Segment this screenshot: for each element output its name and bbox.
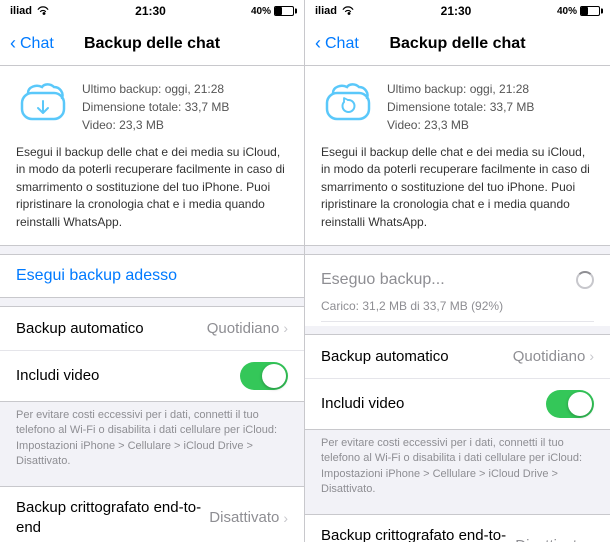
back-label-left: Chat [20, 35, 54, 53]
crypto-label-left: Backup crittografato end-to-end [16, 498, 209, 539]
back-label-right: Chat [325, 35, 359, 53]
icloud-card-left: Ultimo backup: oggi, 21:28 Dimensione to… [0, 66, 304, 246]
nav-bar-right: ‹ Chat Backup delle chat [305, 22, 610, 66]
backup-spinner [576, 271, 594, 289]
crypto-chevron-left: › [283, 510, 288, 526]
battery-icon-left [274, 6, 294, 16]
include-video-label-left: Includi video [16, 367, 99, 384]
auto-backup-chevron-right: › [589, 348, 594, 364]
battery-icon-right [580, 6, 600, 16]
settings-section-right: Backup automatico Quotidiano › Includi v… [305, 334, 610, 430]
icloud-info-right: Ultimo backup: oggi, 21:28 Dimensione to… [387, 80, 534, 134]
battery-left: 40% [251, 6, 271, 17]
include-video-label-right: Includi video [321, 395, 404, 412]
left-panel: iliad 21:30 40% ‹ Chat Backup delle chat [0, 0, 305, 542]
wifi-icon-right [341, 6, 355, 16]
nav-title-left: Backup delle chat [84, 35, 220, 53]
battery-right: 40% [557, 6, 577, 17]
backup-progress-section: Eseguo backup... Carico: 31,2 MB di 33,7… [305, 254, 610, 326]
backup-now-label-left: Esegui backup adesso [16, 267, 177, 285]
crypto-row-left[interactable]: Backup crittografato end-to-end Disattiv… [0, 486, 304, 542]
progress-text: Carico: 31,2 MB di 33,7 MB (92%) [321, 297, 594, 322]
auto-backup-label-left: Backup automatico [16, 320, 144, 337]
right-panel: iliad 21:30 40% ‹ Chat Backup delle chat [305, 0, 610, 542]
crypto-label-right: Backup crittografato end-to-end [321, 526, 515, 542]
backup-now-row-left[interactable]: Esegui backup adesso [0, 254, 304, 298]
icloud-desc-right: Esegui il backup delle chat e dei media … [321, 144, 594, 231]
video-right: Video: 23,3 MB [387, 116, 534, 134]
time-left: 21:30 [135, 4, 166, 18]
back-button-left[interactable]: ‹ Chat [10, 33, 54, 54]
crypto-value-left: Disattivato [209, 509, 279, 526]
video-left: Video: 23,3 MB [82, 116, 229, 134]
include-video-toggle-left[interactable] [240, 362, 288, 390]
wifi-note-right: Per evitare costi eccessivi per i dati, … [305, 430, 610, 506]
icloud-desc-left: Esegui il backup delle chat e dei media … [16, 144, 288, 231]
status-bar-left: iliad 21:30 40% [0, 0, 304, 22]
nav-title-right: Backup delle chat [389, 35, 525, 53]
auto-backup-row-left[interactable]: Backup automatico Quotidiano › [0, 307, 304, 351]
size-right: Dimensione totale: 33,7 MB [387, 98, 534, 116]
backup-in-progress-label: Eseguo backup... [321, 271, 445, 289]
icloud-card-right: Ultimo backup: oggi, 21:28 Dimensione to… [305, 66, 610, 246]
wifi-icon-left [36, 6, 50, 16]
icloud-info-left: Ultimo backup: oggi, 21:28 Dimensione to… [82, 80, 229, 134]
include-video-row-left: Includi video [0, 351, 304, 401]
last-backup-left: Ultimo backup: oggi, 21:28 [82, 80, 229, 98]
content-right: Ultimo backup: oggi, 21:28 Dimensione to… [305, 66, 610, 542]
crypto-chevron-right: › [589, 538, 594, 542]
settings-section-left: Backup automatico Quotidiano › Includi v… [0, 306, 304, 402]
wifi-note-left: Per evitare costi eccessivi per i dati, … [0, 402, 304, 478]
auto-backup-row-right[interactable]: Backup automatico Quotidiano › [305, 335, 610, 379]
auto-backup-value-right: Quotidiano [513, 348, 586, 365]
time-right: 21:30 [441, 4, 472, 18]
nav-bar-left: ‹ Chat Backup delle chat [0, 22, 304, 66]
crypto-row-right[interactable]: Backup crittografato end-to-end Disattiv… [305, 514, 610, 542]
status-bar-right: iliad 21:30 40% [305, 0, 610, 22]
auto-backup-label-right: Backup automatico [321, 348, 449, 365]
back-chevron-left: ‹ [10, 33, 16, 54]
size-left: Dimensione totale: 33,7 MB [82, 98, 229, 116]
crypto-value-right: Disattivato [515, 537, 585, 542]
icloud-icon-left [16, 80, 70, 124]
carrier-left: iliad [10, 5, 32, 17]
carrier-right: iliad [315, 5, 337, 17]
back-chevron-right: ‹ [315, 33, 321, 54]
icloud-icon-right [321, 80, 375, 124]
back-button-right[interactable]: ‹ Chat [315, 33, 359, 54]
auto-backup-value-left: Quotidiano [207, 320, 280, 337]
auto-backup-chevron-left: › [283, 320, 288, 336]
content-left: Ultimo backup: oggi, 21:28 Dimensione to… [0, 66, 304, 542]
include-video-row-right: Includi video [305, 379, 610, 429]
last-backup-right: Ultimo backup: oggi, 21:28 [387, 80, 534, 98]
include-video-toggle-right[interactable] [546, 390, 594, 418]
